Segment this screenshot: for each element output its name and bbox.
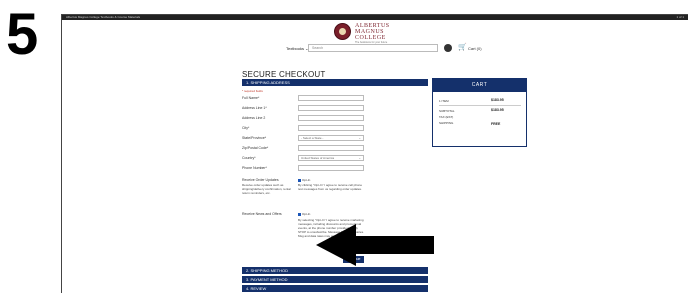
country-select-value: United States of America [301,156,335,160]
tutorial-page: 5 Albertus Magnus College Textbooks & Co… [0,0,688,293]
news-offers-opt-in-label: Opt-In [302,212,311,216]
cart-summary: CART 1 ITEM $183.95 SUBTOTAL $183.95 TAX… [432,78,527,147]
cart-items-value: $183.95 [491,98,504,102]
address-line-2-field[interactable] [298,115,364,121]
tax-label: TAX (EST) [439,115,454,119]
state-select[interactable]: - Select a State - ⌄ [298,135,364,141]
news-offers-label: Receive News and Offers [242,212,282,216]
state-label: State/Province* [242,136,267,140]
pointer-arrow-icon [316,224,434,266]
order-updates-opt-in[interactable]: Opt-In [298,178,310,182]
section-shipping-address[interactable]: 1. SHIPPING ADDRESS [242,79,428,86]
news-offers-opt-in[interactable]: Opt-In [298,212,310,216]
required-note: * required fields [242,89,263,93]
browser-title: Albertus Magnus College Textbooks & Cour… [66,15,141,19]
chevron-down-icon: ⌄ [358,136,361,140]
browser-topbar: Albertus Magnus College Textbooks & Cour… [62,15,688,20]
city-field[interactable] [298,125,364,131]
shipping-value: FREE [491,122,501,126]
search-button[interactable] [444,44,452,52]
cart-items-label: 1 ITEM [439,99,449,103]
full-name-label: Full Name* [242,96,260,100]
page-title: SECURE CHECKOUT [242,70,326,79]
subtotal-label: SUBTOTAL [439,109,455,113]
city-label: City* [242,126,250,130]
address-line-1-field[interactable] [298,105,364,111]
country-label: Country* [242,156,256,160]
cart-link[interactable]: Cart (0) [468,46,482,51]
phone-label: Phone Number* [242,166,267,170]
checkbox-checked-icon[interactable] [298,212,301,216]
cart-title: CART [433,79,526,92]
order-updates-label: Receive Order Updates [242,178,279,182]
shipping-label: SHIPPING [439,121,454,125]
full-name-field[interactable] [298,95,364,101]
search-input[interactable]: Search [308,44,438,52]
zip-label: Zip/Postal Code* [242,146,269,150]
zip-field[interactable] [298,145,364,151]
section-payment-method[interactable]: 3. PAYMENT METHOD [242,276,428,283]
address-line-2-label: Address Line 2 [242,116,266,120]
state-select-value: - Select a State - [301,136,324,140]
order-updates-opt-in-label: Opt-In [302,178,311,182]
section-review[interactable]: 4. REVIEW [242,285,428,292]
order-updates-description: By clicking "Opt-In" I agree to receive … [298,183,362,191]
step-number: 5 [6,2,39,67]
textbooks-menu[interactable]: Textbooks ⌄ [286,46,308,51]
address-line-1-label: Address Line 1* [242,106,267,110]
chevron-down-icon: ⌄ [358,156,361,160]
college-logo[interactable]: ALBERTUS MAGNUS COLLEGE The bookstore fo… [334,22,416,46]
cart-divider [439,105,521,106]
checkbox-checked-icon[interactable] [298,178,301,182]
order-updates-sublabel: Receive order updates such as shipping/d… [242,183,291,195]
cart-icon[interactable]: 🛒 [458,44,467,52]
browser-page-count: 1 of 1 [676,15,684,19]
country-select[interactable]: United States of America ⌄ [298,155,364,161]
college-seal-icon [334,23,351,40]
phone-field[interactable] [298,165,364,171]
subtotal-value: $183.95 [491,108,504,112]
section-shipping-method[interactable]: 2. SHIPPING METHOD [242,267,428,274]
